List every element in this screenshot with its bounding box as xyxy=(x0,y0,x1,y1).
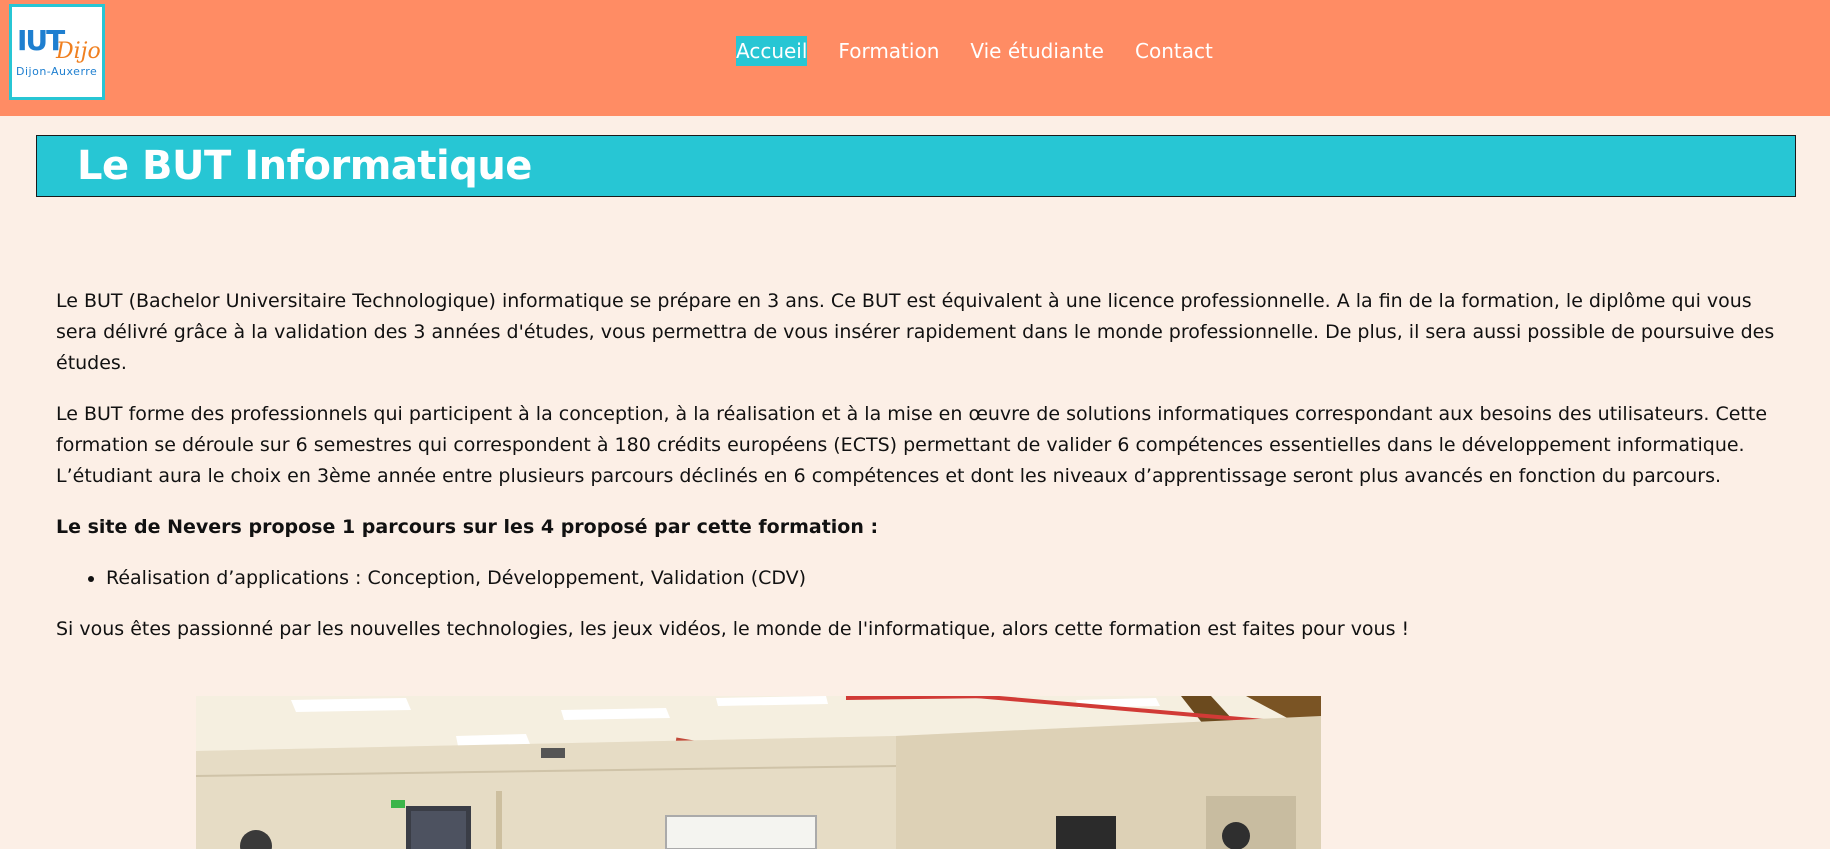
parcours-list: Réalisation d’applications : Conception,… xyxy=(56,563,1776,594)
main-nav: Accueil Formation Vie étudiante Contact xyxy=(736,36,1213,66)
site-header: IUT Dijon Dijon-Auxerre Accueil Formatio… xyxy=(0,0,1830,116)
iut-logo[interactable]: IUT Dijon Dijon-Auxerre xyxy=(9,4,105,100)
intro-paragraph: Le BUT (Bachelor Universitaire Technolog… xyxy=(56,290,1775,374)
nav-item-formation[interactable]: Formation xyxy=(838,36,939,66)
page-title: Le BUT Informatique xyxy=(77,143,532,189)
closing-paragraph: Si vous êtes passionné par les nouvelles… xyxy=(56,618,1410,640)
parcours-heading: Le site de Nevers propose 1 parcours sur… xyxy=(56,516,879,538)
list-item: Réalisation d’applications : Conception,… xyxy=(106,563,1776,594)
main-content: Le BUT (Bachelor Universitaire Technolog… xyxy=(56,286,1776,665)
logo-city-text: Dijon xyxy=(56,39,102,64)
description-paragraph: Le BUT forme des professionnels qui part… xyxy=(56,403,1768,487)
logo-subtitle: Dijon-Auxerre xyxy=(16,65,98,78)
classroom-photo xyxy=(196,696,1321,849)
page-title-bar: Le BUT Informatique xyxy=(36,135,1796,197)
nav-item-contact[interactable]: Contact xyxy=(1135,36,1213,66)
nav-item-vie-etudiante[interactable]: Vie étudiante xyxy=(970,36,1104,66)
classroom-photo-image xyxy=(196,696,1321,849)
nav-item-accueil[interactable]: Accueil xyxy=(736,36,808,66)
